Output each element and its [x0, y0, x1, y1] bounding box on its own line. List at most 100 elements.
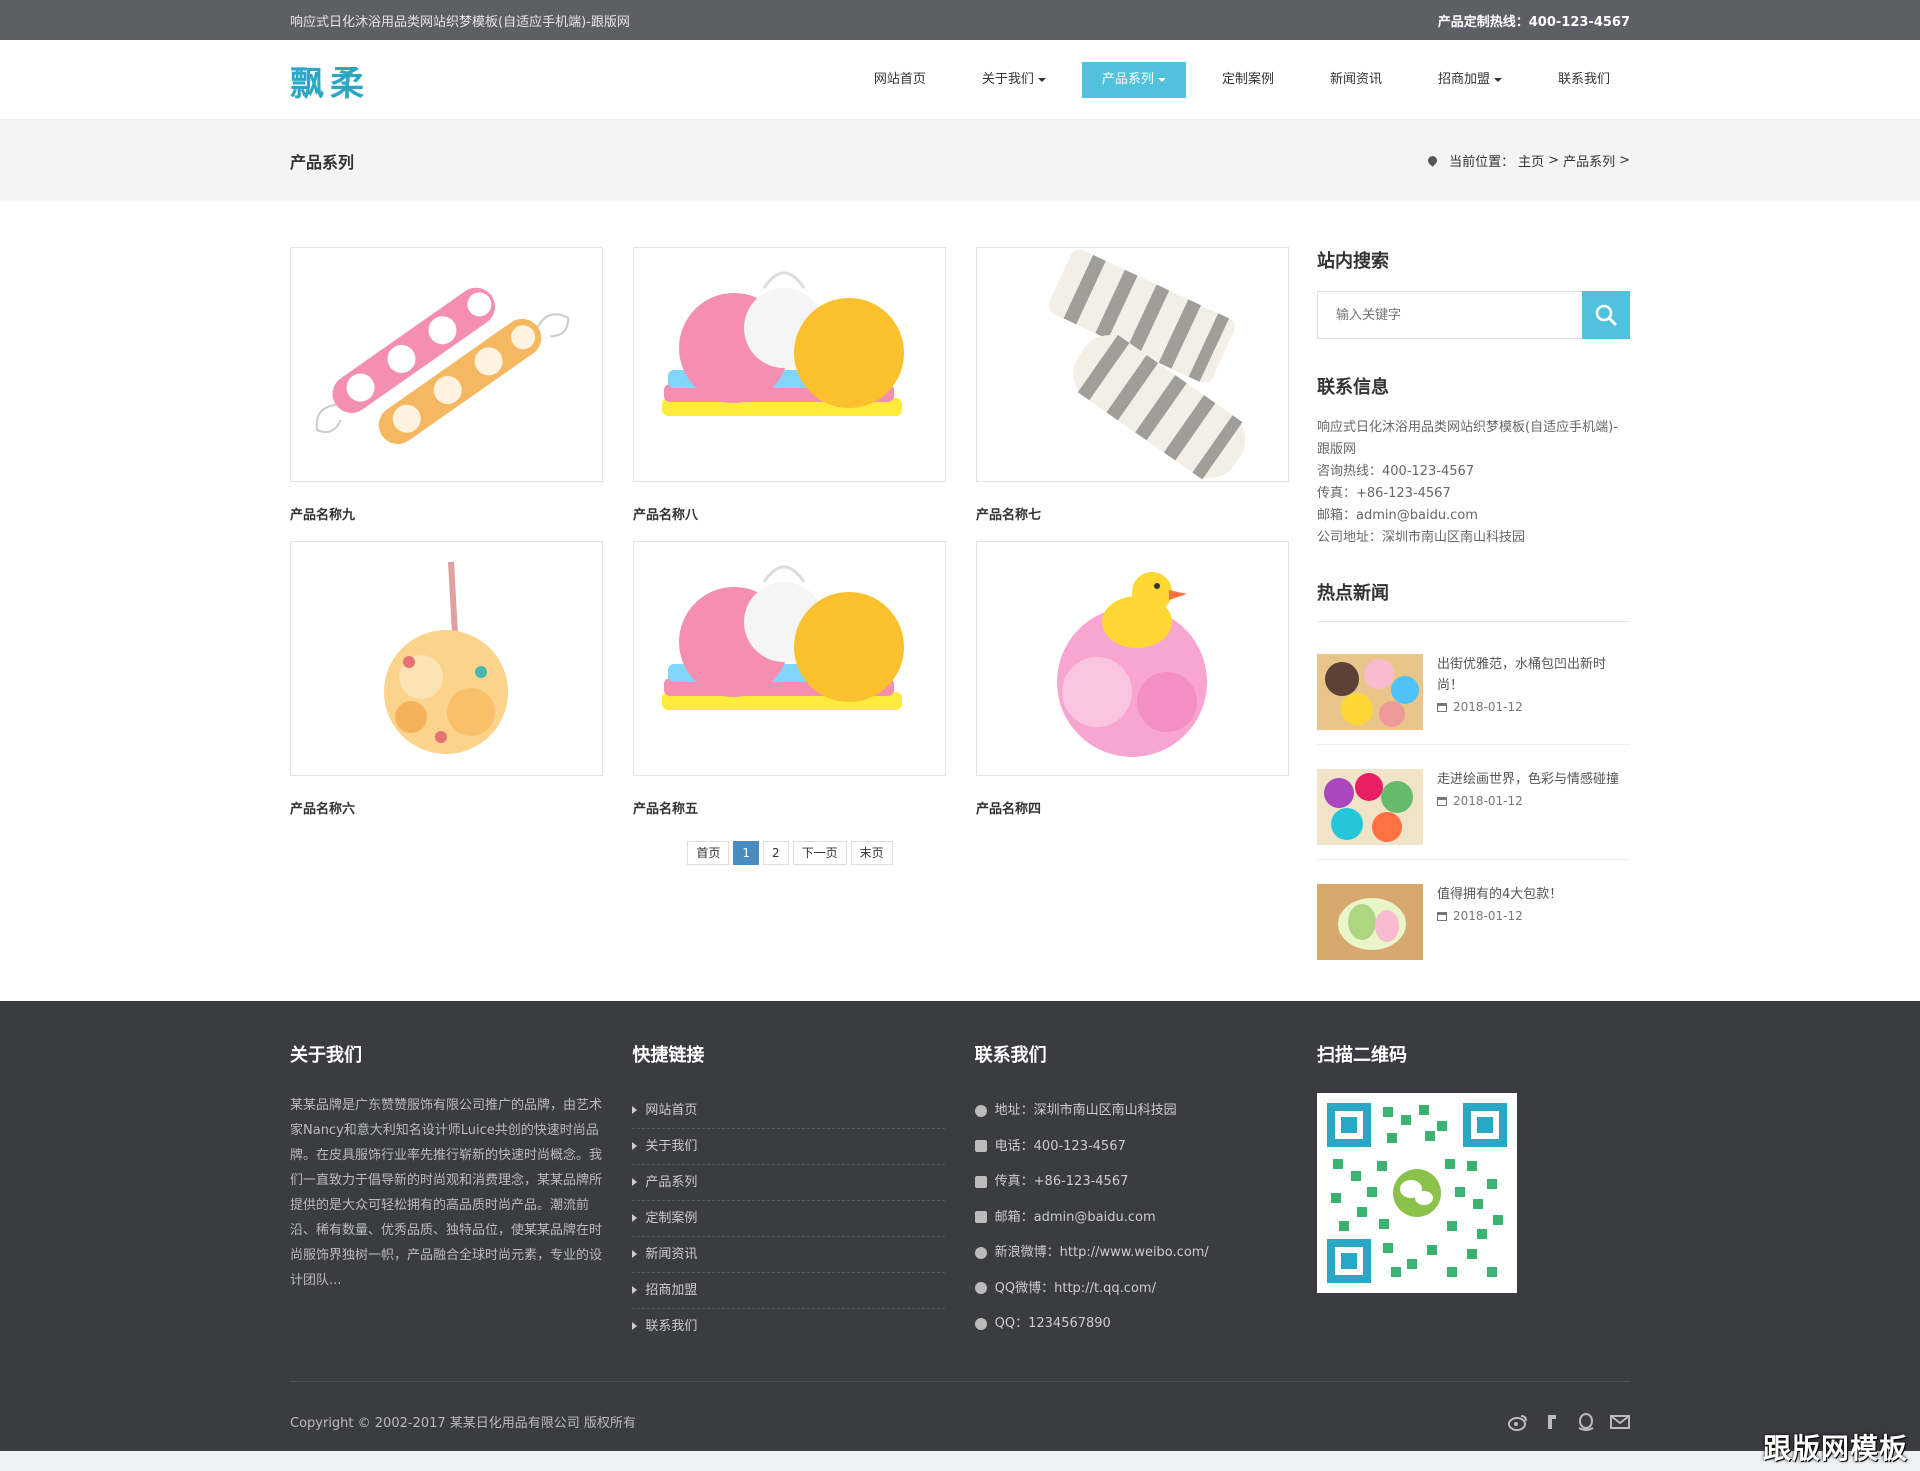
nav-about[interactable]: 关于我们 — [962, 62, 1066, 98]
product-card[interactable]: 产品名称六 — [290, 541, 603, 835]
nav-home-label: 网站首页 — [873, 72, 926, 87]
fax-icon — [974, 1175, 987, 1188]
wechat-icon — [974, 1317, 987, 1330]
phone-icon — [974, 1140, 987, 1153]
footer-links: 快捷链接 网站首页 关于我们 产品系列 定制案例 新闻资讯 招商加盟 联系我们 — [632, 1041, 946, 1345]
contact-line: 公司地址：深圳市南山区南山科技园 — [1317, 530, 1526, 545]
globe-icon — [974, 1282, 987, 1295]
breadcrumb: 当前位置： 主页 > 产品系列 > — [1426, 151, 1630, 170]
footer-contact-line[interactable]: 新浪微博：http://www.weibo.com/ — [995, 1235, 1209, 1271]
footer-contact-line[interactable]: QQ微博：http://t.qq.com/ — [995, 1271, 1156, 1307]
caret-down-icon — [1037, 77, 1046, 82]
footer-link-cases[interactable]: 定制案例 — [632, 1201, 946, 1237]
contact-line: 咨询热线：400-123-4567 — [1317, 464, 1475, 479]
footer-about-text: 某某品牌是广东赞赞服饰有限公司推广的品牌，由艺术家Nancy和意大利知名设计师L… — [290, 1098, 603, 1288]
tencent-weibo-icon[interactable] — [1542, 1413, 1562, 1431]
caret-right-icon — [632, 1178, 638, 1186]
footer-link-home[interactable]: 网站首页 — [632, 1093, 946, 1129]
caret-down-icon — [1157, 77, 1166, 82]
footer-contact-line: QQ：1234567890 — [994, 1316, 1111, 1331]
envelope-icon[interactable] — [1610, 1413, 1630, 1431]
search-icon — [1595, 304, 1617, 326]
page-next[interactable]: 下一页 — [792, 841, 847, 865]
main-content: 产品名称九 产品名称八 产品名称七 产品名称六 产品名称五 产品名称四 首页 1… — [0, 201, 1920, 1001]
footer-contact-line: 传真：+86-123-4567 — [994, 1174, 1129, 1189]
news-item[interactable]: 出街优雅范，水桶包凹出新时尚！ 2018-01-12 — [1317, 630, 1630, 745]
product-image[interactable] — [633, 541, 946, 776]
product-name[interactable]: 产品名称五 — [633, 798, 946, 817]
page-first[interactable]: 首页 — [687, 841, 730, 865]
divider — [1317, 621, 1630, 622]
pagination: 首页 1 2 下一页 末页 — [290, 841, 1290, 865]
footer-bottom: Copyright © 2002-2017 某某日化用品有限公司 版权所有 — [290, 1381, 1630, 1461]
product-card[interactable]: 产品名称七 — [976, 247, 1289, 541]
footer-link-products[interactable]: 产品系列 — [632, 1165, 946, 1201]
product-image[interactable] — [290, 247, 603, 482]
footer-link-about[interactable]: 关于我们 — [632, 1129, 946, 1165]
weibo-icon[interactable] — [1508, 1413, 1528, 1431]
news-item[interactable]: 走进绘画世界，色彩与情感碰撞 2018-01-12 — [1317, 745, 1630, 860]
nav-products[interactable]: 产品系列 — [1081, 62, 1186, 98]
nav-contact-label: 联系我们 — [1557, 72, 1610, 87]
calendar-icon — [1437, 911, 1447, 921]
product-image[interactable] — [290, 541, 603, 776]
product-image[interactable] — [633, 247, 946, 482]
footer-link-label: 联系我们 — [645, 1319, 698, 1334]
product-image[interactable] — [976, 247, 1289, 482]
page-2[interactable]: 2 — [762, 841, 789, 865]
product-card[interactable]: 产品名称八 — [633, 247, 946, 541]
footer-link-label: 关于我们 — [645, 1139, 698, 1154]
contact-line: 传真：+86-123-4567 — [1317, 486, 1451, 501]
product-image[interactable] — [976, 541, 1289, 776]
hotline: 产品定制热线：400-123-4567 — [1438, 11, 1630, 30]
qq-icon[interactable] — [1576, 1412, 1596, 1431]
nav-join-label: 招商加盟 — [1437, 72, 1490, 87]
nav-join[interactable]: 招商加盟 — [1418, 62, 1522, 98]
watermark: 跟版网模板 — [1762, 1432, 1908, 1465]
footer-link-contact[interactable]: 联系我们 — [632, 1309, 945, 1345]
product-card[interactable]: 产品名称九 — [290, 247, 603, 541]
hotline-number: 400-123-4567 — [1528, 14, 1630, 30]
news-date: 2018-01-12 — [1453, 794, 1523, 808]
news-title[interactable]: 走进绘画世界，色彩与情感碰撞 — [1437, 769, 1619, 790]
product-list: 产品名称九 产品名称八 产品名称七 产品名称六 产品名称五 产品名称四 首页 1… — [290, 247, 1290, 974]
news-thumbnail[interactable] — [1317, 884, 1423, 960]
news-thumbnail[interactable] — [1317, 769, 1423, 845]
news-thumbnail[interactable] — [1317, 654, 1423, 730]
nav-cases[interactable]: 定制案例 — [1202, 62, 1294, 98]
nav-contact[interactable]: 联系我们 — [1538, 62, 1630, 98]
qr-code — [1316, 1093, 1517, 1293]
product-name[interactable]: 产品名称七 — [976, 504, 1289, 523]
news-title[interactable]: 出街优雅范，水桶包凹出新时尚！ — [1437, 654, 1630, 696]
product-card[interactable]: 产品名称五 — [633, 541, 946, 835]
search-box — [1317, 291, 1630, 339]
product-name[interactable]: 产品名称六 — [290, 798, 603, 817]
header: 飘柔 网站首页 关于我们 产品系列 定制案例 新闻资讯 招商加盟 联系我们 — [0, 40, 1920, 120]
product-card[interactable]: 产品名称四 — [976, 541, 1289, 835]
search-title: 站内搜索 — [1317, 251, 1389, 272]
breadcrumb-home[interactable]: 主页 — [1518, 151, 1544, 170]
main-nav: 网站首页 关于我们 产品系列 定制案例 新闻资讯 招商加盟 联系我们 — [838, 62, 1630, 98]
footer-link-label: 招商加盟 — [645, 1283, 698, 1298]
globe-icon — [974, 1246, 987, 1259]
footer-link-label: 定制案例 — [645, 1211, 698, 1226]
page-title-bar: 产品系列 当前位置： 主页 > 产品系列 > — [0, 120, 1920, 201]
footer-link-join[interactable]: 招商加盟 — [632, 1273, 946, 1309]
search-button[interactable] — [1582, 291, 1630, 339]
footer-link-news[interactable]: 新闻资讯 — [632, 1237, 946, 1273]
product-name[interactable]: 产品名称九 — [290, 504, 603, 523]
sidebar: 站内搜索 联系信息 响应式日化沐浴用品类网站织梦模板(自适应手机端)-跟版网 咨… — [1317, 247, 1630, 974]
search-input[interactable] — [1317, 291, 1582, 339]
page-last[interactable]: 末页 — [850, 841, 893, 865]
news-title[interactable]: 值得拥有的4大包款！ — [1437, 884, 1562, 905]
page-1[interactable]: 1 — [733, 841, 759, 865]
nav-news[interactable]: 新闻资讯 — [1310, 62, 1402, 98]
news-item[interactable]: 值得拥有的4大包款！ 2018-01-12 — [1317, 860, 1630, 974]
product-name[interactable]: 产品名称八 — [633, 504, 946, 523]
product-name[interactable]: 产品名称四 — [976, 798, 1289, 817]
nav-home[interactable]: 网站首页 — [854, 62, 946, 98]
map-marker-icon — [974, 1104, 987, 1117]
footer-link-label: 网站首页 — [645, 1103, 698, 1118]
breadcrumb-current[interactable]: 产品系列 — [1563, 151, 1615, 170]
logo[interactable]: 飘柔 — [290, 56, 370, 105]
